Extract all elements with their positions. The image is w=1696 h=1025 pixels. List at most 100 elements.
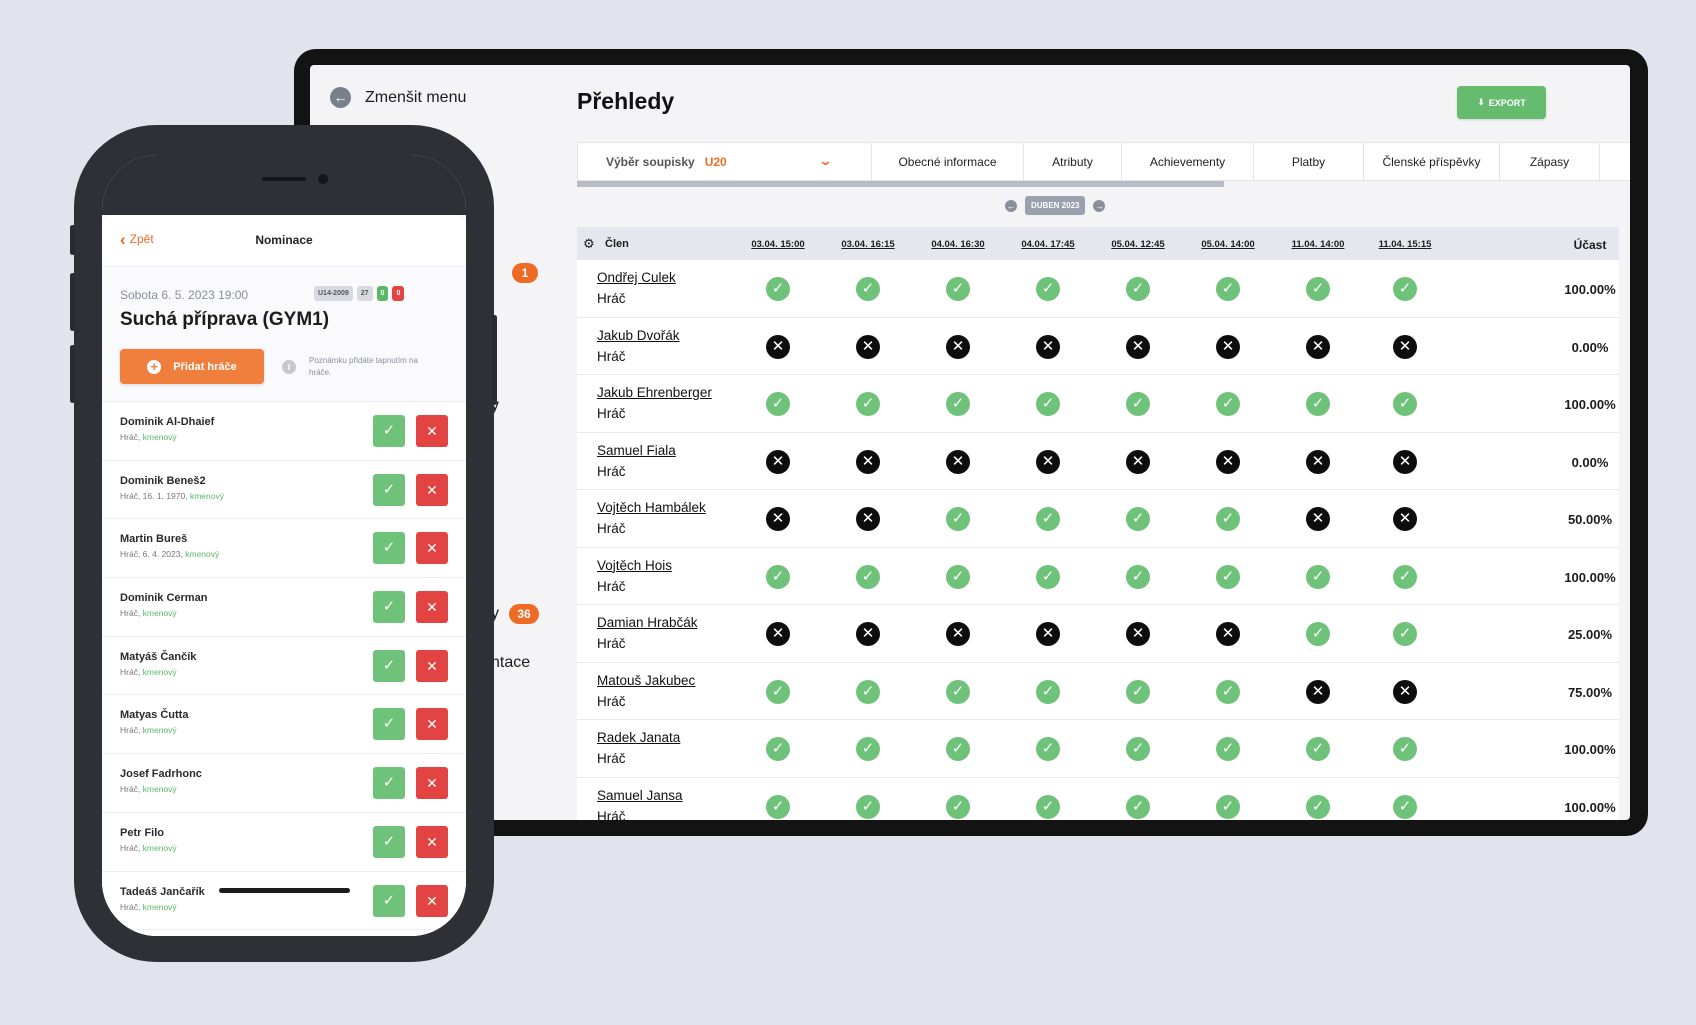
member-name-link[interactable]: Vojtěch Hois [597, 558, 672, 573]
export-button[interactable]: ⬇ EXPORT [1457, 86, 1546, 119]
absent-x-icon[interactable]: ✕ [1393, 334, 1417, 359]
list-item[interactable]: Martin Bureš Hráč, 6. 4. 2023, kmenový ✓ ✕ [102, 518, 466, 578]
absent-x-icon[interactable]: ✕ [1393, 507, 1417, 531]
absent-x-icon[interactable]: ✕ [1306, 334, 1330, 359]
tab-payments[interactable]: Platby [1254, 143, 1364, 180]
present-check-icon[interactable]: ✓ [946, 794, 970, 819]
accept-button[interactable]: ✓ [373, 415, 405, 447]
present-check-icon[interactable]: ✓ [856, 679, 880, 704]
decline-button[interactable]: ✕ [416, 532, 448, 565]
present-check-icon[interactable]: ✓ [946, 737, 970, 761]
present-check-icon[interactable]: ✓ [1216, 679, 1240, 704]
present-check-icon[interactable]: ✓ [1306, 277, 1330, 301]
present-check-icon[interactable]: ✓ [1306, 392, 1330, 416]
present-check-icon[interactable]: ✓ [1216, 277, 1240, 301]
list-item[interactable]: Tadeáš Jančařík Hráč, kmenový ✓ ✕ [102, 870, 466, 930]
present-check-icon[interactable]: ✓ [1393, 564, 1417, 589]
present-check-icon[interactable]: ✓ [1306, 794, 1330, 819]
date-column-header[interactable]: 03.04. 16:15 [833, 239, 903, 250]
present-check-icon[interactable]: ✓ [1036, 794, 1060, 819]
absent-x-icon[interactable]: ✕ [946, 622, 970, 646]
decline-button[interactable]: ✕ [416, 649, 448, 682]
member-name-link[interactable]: Ondřej Culek [597, 270, 676, 285]
absent-x-icon[interactable]: ✕ [1216, 449, 1240, 474]
present-check-icon[interactable]: ✓ [856, 564, 880, 589]
absent-x-icon[interactable]: ✕ [856, 507, 880, 531]
absent-x-icon[interactable]: ✕ [766, 449, 790, 474]
tabs-scrollbar[interactable] [577, 181, 1224, 187]
accept-button[interactable]: ✓ [373, 825, 405, 858]
date-column-header[interactable]: 04.04. 17:45 [1013, 239, 1083, 250]
present-check-icon[interactable]: ✓ [1306, 622, 1330, 646]
member-name-link[interactable]: Radek Janata [597, 730, 680, 745]
accept-button[interactable]: ✓ [373, 532, 405, 565]
next-month-icon[interactable]: → [1093, 199, 1106, 212]
date-column-header[interactable]: 05.04. 12:45 [1103, 239, 1173, 250]
list-item[interactable]: Petr Filo Hráč, kmenový ✓ ✕ [102, 811, 466, 871]
present-check-icon[interactable]: ✓ [1393, 737, 1417, 761]
absent-x-icon[interactable]: ✕ [946, 334, 970, 359]
absent-x-icon[interactable]: ✕ [946, 449, 970, 474]
absent-x-icon[interactable]: ✕ [856, 334, 880, 359]
list-item[interactable]: Dominik Al-Dhaief Hráč, kmenový ✓ ✕ [102, 401, 466, 460]
present-check-icon[interactable]: ✓ [1036, 507, 1060, 531]
member-name-link[interactable]: Damian Hrabčák [597, 615, 698, 630]
member-name-link[interactable]: Samuel Fiala [597, 443, 676, 458]
absent-x-icon[interactable]: ✕ [766, 507, 790, 531]
present-check-icon[interactable]: ✓ [1126, 277, 1150, 301]
accept-button[interactable]: ✓ [373, 591, 405, 624]
absent-x-icon[interactable]: ✕ [1306, 679, 1330, 704]
present-check-icon[interactable]: ✓ [766, 277, 790, 301]
decline-button[interactable]: ✕ [416, 473, 448, 506]
present-check-icon[interactable]: ✓ [1126, 392, 1150, 416]
gear-icon[interactable]: ⚙ [583, 236, 595, 252]
present-check-icon[interactable]: ✓ [856, 277, 880, 301]
absent-x-icon[interactable]: ✕ [1126, 334, 1150, 359]
list-item[interactable]: Dominik Cerman Hráč, kmenový ✓ ✕ [102, 577, 466, 636]
collapse-menu-button[interactable]: ← Zmenšit menu [330, 87, 466, 108]
list-item[interactable]: Dominik Beneš2 Hráč, 16. 1. 1970, kmenový… [102, 459, 466, 519]
absent-x-icon[interactable]: ✕ [1216, 334, 1240, 359]
present-check-icon[interactable]: ✓ [1036, 392, 1060, 416]
present-check-icon[interactable]: ✓ [1216, 507, 1240, 531]
roster-select[interactable]: Výběr soupisky U20 ⌄ [578, 143, 872, 180]
present-check-icon[interactable]: ✓ [946, 679, 970, 704]
present-check-icon[interactable]: ✓ [1036, 679, 1060, 704]
present-check-icon[interactable]: ✓ [1306, 737, 1330, 761]
accept-button[interactable]: ✓ [373, 708, 405, 741]
member-name-link[interactable]: Samuel Jansa [597, 788, 683, 803]
present-check-icon[interactable]: ✓ [946, 564, 970, 589]
absent-x-icon[interactable]: ✕ [1036, 622, 1060, 646]
accept-button[interactable]: ✓ [373, 473, 405, 506]
present-check-icon[interactable]: ✓ [1036, 564, 1060, 589]
present-check-icon[interactable]: ✓ [1393, 622, 1417, 646]
absent-x-icon[interactable]: ✕ [856, 449, 880, 474]
present-check-icon[interactable]: ✓ [1216, 794, 1240, 819]
present-check-icon[interactable]: ✓ [856, 392, 880, 416]
present-check-icon[interactable]: ✓ [1216, 564, 1240, 589]
absent-x-icon[interactable]: ✕ [766, 622, 790, 646]
present-check-icon[interactable]: ✓ [946, 277, 970, 301]
list-item[interactable]: Josef Fadrhonc Hráč, kmenový ✓ ✕ [102, 753, 466, 812]
present-check-icon[interactable]: ✓ [1393, 392, 1417, 416]
present-check-icon[interactable]: ✓ [1126, 679, 1150, 704]
member-name-link[interactable]: Jakub Ehrenberger [597, 385, 712, 400]
present-check-icon[interactable]: ✓ [766, 737, 790, 761]
present-check-icon[interactable]: ✓ [1393, 277, 1417, 301]
accept-button[interactable]: ✓ [373, 884, 405, 917]
absent-x-icon[interactable]: ✕ [1036, 449, 1060, 474]
present-check-icon[interactable]: ✓ [1126, 737, 1150, 761]
tab-achievements[interactable]: Achievementy [1122, 143, 1254, 180]
absent-x-icon[interactable]: ✕ [1306, 507, 1330, 531]
tab-member-fees[interactable]: Členské příspěvky [1364, 143, 1500, 180]
present-check-icon[interactable]: ✓ [766, 392, 790, 416]
absent-x-icon[interactable]: ✕ [1036, 334, 1060, 359]
accept-button[interactable]: ✓ [373, 649, 405, 682]
tab-attributes[interactable]: Atributy [1024, 143, 1122, 180]
prev-month-icon[interactable]: ← [1005, 199, 1017, 212]
present-check-icon[interactable]: ✓ [1216, 392, 1240, 416]
present-check-icon[interactable]: ✓ [766, 794, 790, 819]
present-check-icon[interactable]: ✓ [1126, 507, 1150, 531]
present-check-icon[interactable]: ✓ [856, 794, 880, 819]
absent-x-icon[interactable]: ✕ [1393, 449, 1417, 474]
